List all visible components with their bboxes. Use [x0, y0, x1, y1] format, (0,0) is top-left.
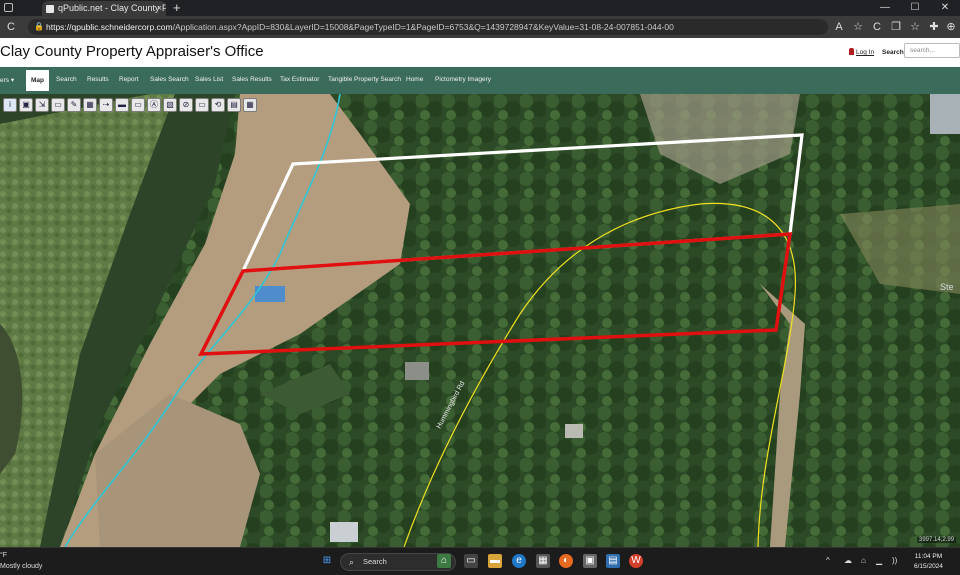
refresh-icon[interactable]: C	[870, 20, 884, 34]
lock-icon: 🔒	[34, 22, 44, 31]
windows-taskbar: °F Mostly cloudy ⊞ ⌕ Search ⌂ ▭ ▬ e ▦ ◐ …	[0, 547, 960, 575]
app-icon[interactable]: ▣	[583, 554, 597, 568]
system-clock[interactable]: 11:04 PM 6/15/2024	[914, 552, 943, 572]
menu-item-map[interactable]: Map	[26, 70, 49, 91]
pan-tool-icon[interactable]: ⇲	[35, 98, 49, 112]
read-aloud-icon[interactable]: A	[832, 20, 846, 34]
partial-map-label: Ste	[940, 282, 954, 292]
site-header: Clay County Property Appraiser's Office …	[0, 38, 960, 67]
weather-widget[interactable]: °F Mostly cloudy	[0, 550, 42, 572]
url-path: /Application.aspx?AppID=830&LayerID=1500…	[172, 22, 674, 32]
save-tool-icon[interactable]: ▦	[243, 98, 257, 112]
menu-item-search[interactable]: Search	[56, 76, 77, 83]
tab-close-icon[interactable]: ×	[157, 1, 162, 16]
menu-item-layers[interactable]: ers ▾	[0, 76, 14, 84]
favorite-star-icon[interactable]: ☆	[851, 20, 865, 34]
menu-item-results[interactable]: Results	[87, 76, 109, 83]
tray-app-icon[interactable]: ⌂	[861, 556, 866, 565]
menu-item-report[interactable]: Report	[119, 76, 139, 83]
clock-date: 6/15/2024	[914, 563, 943, 570]
url-host: https://qpublic.schneidercorp.com	[46, 22, 173, 32]
file-explorer-icon[interactable]: ▬	[488, 554, 502, 568]
address-bar-row: C 🔒 https://qpublic.schneidercorp.com/Ap…	[0, 16, 960, 38]
label-tool-icon[interactable]: Ⓐ	[147, 98, 161, 112]
search-icon: ⌕	[349, 557, 355, 567]
main-menu: ers ▾ Map Search Results Report Sales Se…	[0, 67, 960, 94]
tray-cloud-icon[interactable]: ☁	[844, 556, 852, 565]
identify-tool-icon[interactable]: i	[3, 98, 17, 112]
minimize-button[interactable]: —	[870, 0, 900, 16]
favorites-icon[interactable]: ☆	[908, 20, 922, 34]
terminal-icon[interactable]: ▤	[606, 554, 620, 568]
tray-overflow-icon[interactable]: ^	[826, 556, 830, 565]
menu-item-pictometry-imagery[interactable]: Pictometry Imagery	[435, 76, 491, 83]
layers-tool-icon[interactable]: ▣	[19, 98, 33, 112]
login-link[interactable]: Log In	[856, 49, 874, 56]
split-screen-icon[interactable]: ❐	[889, 20, 903, 34]
legend-tool-icon[interactable]: ▧	[163, 98, 177, 112]
task-view-icon[interactable]: ▭	[464, 554, 478, 568]
brave-icon[interactable]: W	[629, 554, 643, 568]
export-tool-icon[interactable]: ▤	[227, 98, 241, 112]
clock-time: 11:04 PM	[914, 553, 943, 560]
new-tab-button[interactable]: +	[173, 0, 181, 15]
collections-icon[interactable]: ✚	[927, 20, 941, 34]
menu-item-tangible-property-search[interactable]: Tangible Property Search	[328, 76, 401, 83]
search-label: Search	[882, 49, 904, 56]
page-title: Clay County Property Appraiser's Office	[0, 43, 264, 60]
wifi-icon[interactable]: ▁	[876, 556, 882, 565]
map-toolbar: i ▣ ⇲ ▭ ✎ ▦ ⇢ ▬ ▭ Ⓐ ▧ ⊘ ▭ ⟲ ▤ ▦	[3, 98, 257, 114]
aerial-imagery: Hummingbird Rd Ste	[0, 94, 960, 547]
extensions-icon[interactable]: ⊕	[944, 20, 958, 34]
widget-icon[interactable]: ⌂	[437, 554, 451, 568]
firefox-icon[interactable]: ◐	[559, 554, 573, 568]
edge-browser-icon[interactable]: e	[512, 554, 526, 568]
reload-icon[interactable]: C	[4, 20, 18, 34]
menu-item-home[interactable]: Home	[406, 76, 423, 83]
tab-title: qPublic.net - Clay County Proper	[58, 3, 166, 13]
menu-item-sales-search[interactable]: Sales Search	[150, 76, 189, 83]
map-coordinates: 3997.14,2.99	[917, 537, 957, 543]
browser-tab-bar: qPublic.net - Clay County Proper × + — ☐…	[0, 0, 960, 16]
zoom-box-tool-icon[interactable]: ▭	[51, 98, 65, 112]
previous-extent-tool-icon[interactable]: ⟲	[211, 98, 225, 112]
maximize-button[interactable]: ☐	[900, 0, 930, 16]
taskbar-search-label: Search	[363, 557, 387, 566]
menu-item-sales-results[interactable]: Sales Results	[232, 76, 272, 83]
menu-item-sales-list[interactable]: Sales List	[195, 76, 223, 83]
map-view[interactable]: Hummingbird Rd Ste i ▣ ⇲ ▭ ✎ ▦ ⇢ ▬ ▭ Ⓐ ▧…	[0, 94, 960, 547]
url-field[interactable]: 🔒 https://qpublic.schneidercorp.com/Appl…	[28, 19, 828, 35]
workspaces-icon[interactable]	[4, 3, 13, 12]
site-favicon-icon	[46, 5, 54, 13]
user-icon	[849, 48, 854, 55]
site-search-input[interactable]: search...	[904, 43, 960, 58]
start-icon[interactable]: ⊞	[320, 554, 334, 568]
browser-tab[interactable]: qPublic.net - Clay County Proper ×	[42, 1, 166, 16]
volume-icon[interactable]: ))	[892, 556, 897, 565]
store-icon[interactable]: ▦	[536, 554, 550, 568]
extent-tool-icon[interactable]: ▭	[195, 98, 209, 112]
weather-text: Mostly cloudy	[0, 563, 43, 570]
buffer-tool-icon[interactable]: ▭	[131, 98, 145, 112]
draw-tool-icon[interactable]: ✎	[67, 98, 81, 112]
menu-item-tax-estimator[interactable]: Tax Estimator	[280, 76, 319, 83]
clear-tool-icon[interactable]: ⊘	[179, 98, 193, 112]
weather-temp: °F	[0, 552, 8, 559]
measure-tool-icon[interactable]: ⇢	[99, 98, 113, 112]
select-tool-icon[interactable]: ▦	[83, 98, 97, 112]
print-tool-icon[interactable]: ▬	[115, 98, 129, 112]
close-window-button[interactable]: ✕	[930, 0, 960, 16]
